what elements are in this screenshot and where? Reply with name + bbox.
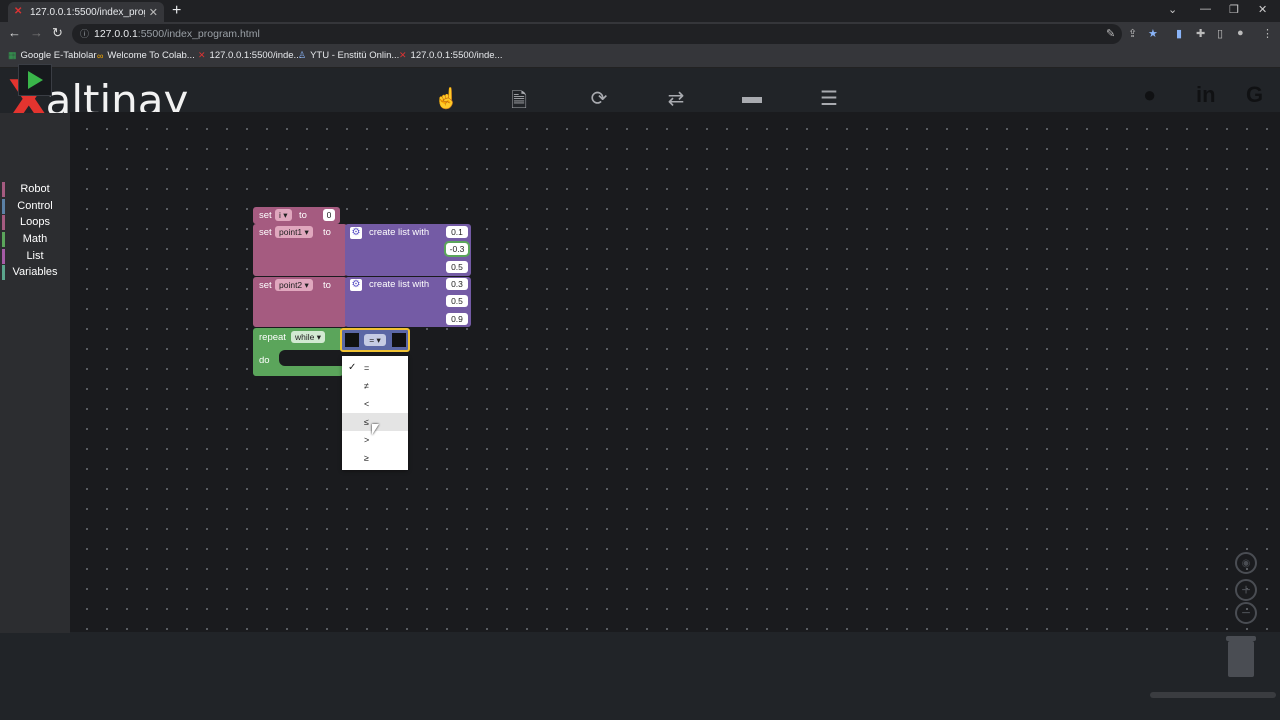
linkedin-icon[interactable]: in: [1196, 82, 1216, 108]
operator-option[interactable]: <: [342, 395, 408, 413]
github-icon[interactable]: ●: [1143, 82, 1156, 108]
translate-icon[interactable]: ▮: [1176, 27, 1182, 40]
site-info-icon[interactable]: ⓘ: [80, 24, 89, 44]
colab-icon: ∞: [97, 50, 104, 61]
number-field[interactable]: 0: [323, 209, 335, 221]
minimize-icon[interactable]: —: [1200, 3, 1211, 15]
back-icon[interactable]: ←: [8, 25, 21, 40]
close-tab-icon[interactable]: ✕: [149, 6, 158, 19]
browser-tab-bar: ✕ 127.0.0.1:5500/index_program.ht ✕ + ⌄ …: [0, 0, 1280, 22]
operator-dropdown[interactable]: = ▾: [364, 334, 386, 346]
url-path: :5500/index_program.html: [137, 28, 260, 40]
site-favicon-icon: ✕: [198, 50, 206, 60]
address-bar-row: ← → ↻ ⓘ 127.0.0.1:5500/index_program.htm…: [0, 22, 1280, 46]
ytu-icon: ♙: [298, 50, 307, 60]
category-robot[interactable]: Robot: [0, 181, 70, 198]
toolbox-categories: Robot Control Loops Math List Variables: [0, 181, 70, 281]
number-field[interactable]: 0.9: [446, 313, 468, 325]
bookmark-item[interactable]: ▦ Google E-Tablolar: [8, 50, 97, 61]
bookmark-item[interactable]: ✕ 127.0.0.1:5500/inde...: [399, 50, 502, 61]
forward-icon[interactable]: →: [30, 25, 43, 40]
bookmarks-bar: ▦ Google E-Tablolar ∞ Welcome To Colab... …: [0, 46, 1280, 68]
browser-tab[interactable]: ✕ 127.0.0.1:5500/index_program.ht ✕: [8, 2, 164, 22]
number-field[interactable]: 0.5: [446, 295, 468, 307]
operator-option[interactable]: ✓ =: [342, 359, 408, 377]
swap-arrows-icon[interactable]: ⇄: [664, 86, 688, 112]
new-tab-button[interactable]: +: [172, 2, 181, 20]
hand-pointer-icon[interactable]: ☝: [434, 86, 459, 112]
sheets-icon: ▦: [8, 50, 17, 60]
extension-icon[interactable]: ✎: [1106, 27, 1115, 40]
number-field[interactable]: 0.5: [446, 261, 468, 273]
recenter-icon[interactable]: ◉: [1235, 552, 1257, 574]
operator-dropdown-menu: ✓ = ≠ < ≤ > ≥: [342, 356, 408, 470]
play-icon: [27, 71, 43, 89]
set-point1-block[interactable]: set point1 ▾ to: [253, 224, 347, 276]
category-loops[interactable]: Loops: [0, 214, 70, 231]
horizontal-scrollbar[interactable]: [1150, 692, 1276, 698]
sidebar-icon[interactable]: ▯: [1217, 27, 1223, 40]
tab-search-icon[interactable]: ⌄: [1168, 3, 1177, 16]
set-point2-block[interactable]: set point2 ▾ to: [253, 277, 347, 327]
category-control[interactable]: Control: [0, 198, 70, 215]
variable-dropdown[interactable]: i ▾: [275, 209, 292, 221]
number-field[interactable]: -0.3: [446, 243, 468, 255]
operator-option[interactable]: ≠: [342, 377, 408, 395]
reload-icon[interactable]: ↻: [52, 25, 63, 41]
url-field[interactable]: ⓘ 127.0.0.1:5500/index_program.html: [72, 24, 1122, 44]
compare-block[interactable]: = ▾: [340, 328, 410, 352]
url-host: 127.0.0.1: [94, 28, 138, 40]
book-icon[interactable]: ▬: [740, 86, 764, 112]
gear-icon[interactable]: ⚙: [350, 279, 362, 291]
loop-mode-dropdown[interactable]: while ▾: [291, 331, 326, 343]
share-icon[interactable]: ⇪: [1128, 27, 1137, 40]
sliders-icon[interactable]: ☰: [817, 86, 841, 112]
gear-icon[interactable]: ⚙: [350, 227, 362, 239]
profile-avatar-icon[interactable]: ●: [1237, 27, 1244, 39]
repeat-while-block[interactable]: repeat while ▾ do: [253, 328, 343, 376]
browser-menu-icon[interactable]: ⋮: [1262, 27, 1273, 40]
run-button[interactable]: [18, 64, 52, 96]
category-math[interactable]: Math: [0, 231, 70, 248]
number-field[interactable]: 0.3: [446, 278, 468, 290]
bookmark-item[interactable]: ♙ YTU - Enstitü Onlin...: [298, 50, 399, 61]
mouse-cursor-icon: [372, 424, 379, 435]
tab-title: 127.0.0.1:5500/index_program.ht: [30, 6, 145, 18]
variable-dropdown[interactable]: point2 ▾: [275, 279, 313, 291]
bookmark-item[interactable]: ∞ Welcome To Colab...: [97, 50, 195, 61]
refresh-icon[interactable]: ⟳: [587, 86, 611, 112]
number-field[interactable]: 0.1: [446, 226, 468, 238]
operator-option[interactable]: ≥: [342, 449, 408, 467]
google-icon[interactable]: G: [1246, 82, 1263, 108]
checkmark-icon: ✓: [348, 362, 357, 373]
blockly-workspace[interactable]: [70, 112, 1280, 632]
trash-icon[interactable]: [1226, 636, 1256, 677]
category-list[interactable]: List: [0, 248, 70, 265]
bookmark-item[interactable]: ✕ 127.0.0.1:5500/inde...: [198, 50, 301, 61]
site-favicon-icon: ✕: [14, 6, 23, 17]
zoom-out-icon[interactable]: −: [1235, 602, 1257, 624]
set-i-block[interactable]: set i ▾ to 0: [253, 207, 340, 224]
empty-input-slot[interactable]: [392, 333, 406, 347]
variable-dropdown[interactable]: point1 ▾: [275, 226, 313, 238]
site-favicon-icon: ✕: [399, 50, 407, 60]
empty-input-slot[interactable]: [345, 333, 359, 347]
bookmark-star-icon[interactable]: ★: [1148, 27, 1158, 40]
category-variables[interactable]: Variables: [0, 264, 70, 281]
restore-icon[interactable]: ❐: [1229, 3, 1239, 16]
zoom-in-icon[interactable]: +: [1235, 579, 1257, 601]
close-window-icon[interactable]: ✕: [1258, 3, 1267, 16]
extensions-puzzle-icon[interactable]: ✚: [1196, 27, 1205, 40]
